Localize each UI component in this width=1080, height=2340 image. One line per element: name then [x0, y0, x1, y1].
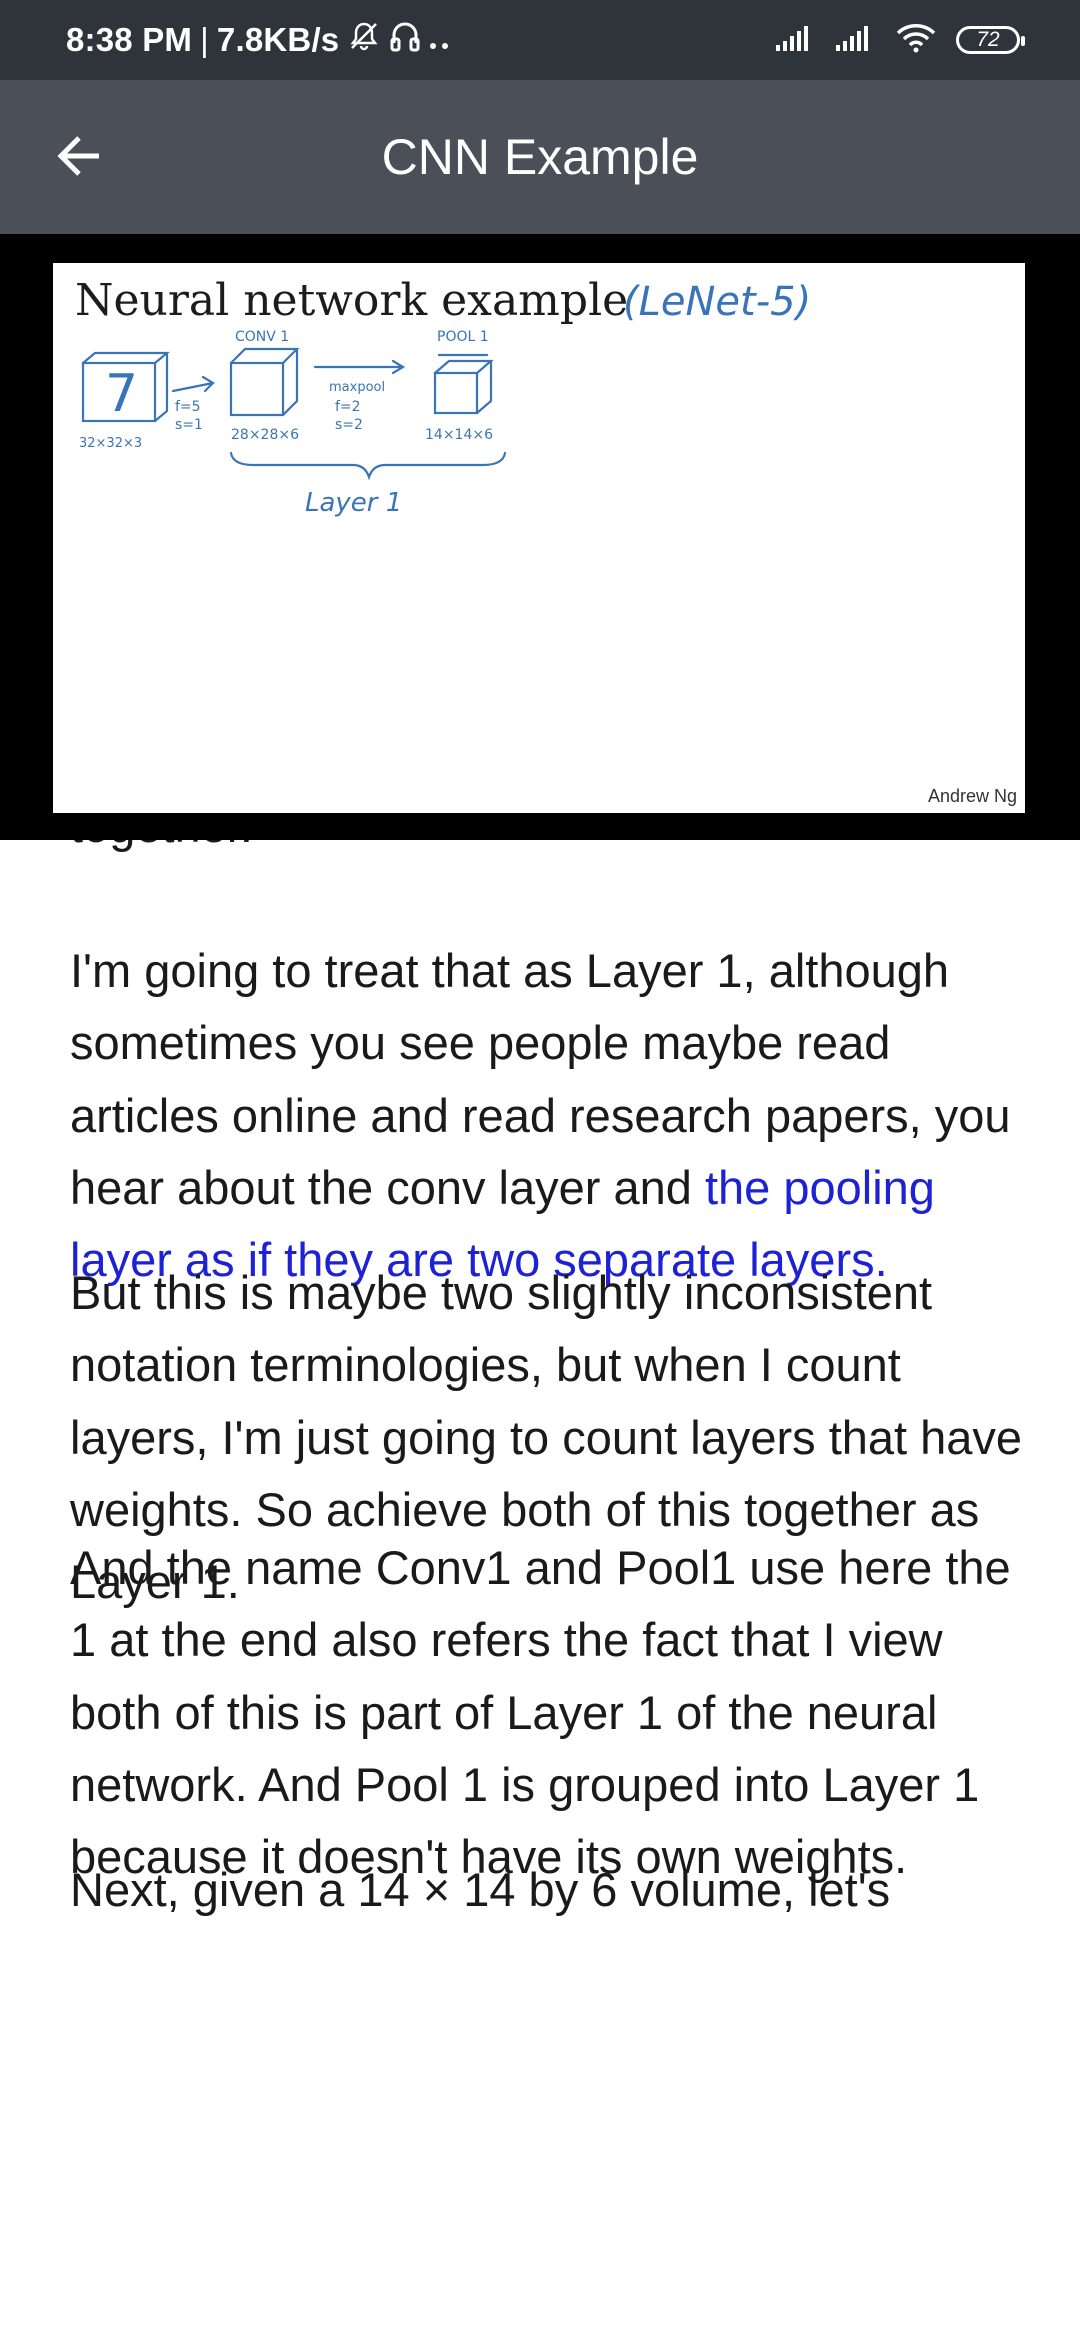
status-separator: | [200, 21, 209, 58]
conv-dims-label: 28×28×6 [231, 427, 299, 443]
status-time: 8:38 PM [66, 21, 193, 58]
more-dots-icon [429, 21, 451, 59]
signal-icon [836, 25, 876, 56]
pool-s-label: s=2 [335, 417, 363, 433]
battery-icon: 72 [956, 26, 1025, 54]
mute-icon [347, 19, 381, 61]
status-left: 8:38 PM | 7.8KB/s [66, 0, 451, 80]
status-bar: 8:38 PM | 7.8KB/s 72 [0, 0, 1080, 80]
page-title: CNN Example [381, 129, 699, 185]
transcript-partial-bottom: Next, given a 14 × 14 by 6 volume, let's [70, 1863, 891, 1916]
conv1-label: CONV 1 [235, 329, 289, 345]
headphones-icon [389, 19, 421, 61]
slide-credit: Andrew Ng [927, 786, 1017, 806]
filter-label: f=5 [175, 399, 201, 415]
status-right: 72 [776, 0, 1025, 80]
transcript: together. I'm going to treat that as Lay… [70, 840, 1030, 2340]
status-net-speed: 7.8KB/s [216, 21, 340, 58]
layer-label: Layer 1 [305, 488, 402, 518]
video-slide: Neural network example (LeNet-5) 7 32×32… [53, 263, 1025, 813]
transcript-paragraph: And the name Conv1 and Pool1 use here th… [70, 1541, 1011, 1884]
app-bar: CNN Example [0, 80, 1080, 234]
battery-level: 72 [976, 28, 1000, 51]
stride-label: s=1 [175, 417, 203, 433]
pool-f-label: f=2 [335, 399, 361, 415]
transcript-paragraph: I'm going to treat that as Layer 1, alth… [70, 935, 1030, 1296]
input-dims-label: 32×32×3 [79, 436, 142, 451]
handwritten-note: (LeNet-5) [623, 279, 811, 325]
pool-dims-label: 14×14×6 [425, 427, 493, 443]
transcript-partial-top: together. [70, 840, 253, 862]
maxpool-label: maxpool [329, 380, 385, 395]
handwritten-sketch: (LeNet-5) 7 32×32×3 f=5 s=1 CONV 1 28×28… [79, 279, 811, 518]
input-digit: 7 [105, 364, 138, 424]
video-player[interactable]: Neural network example (LeNet-5) 7 32×32… [0, 234, 1080, 840]
pool1-label: POOL 1 [437, 329, 489, 345]
wifi-icon [896, 23, 936, 58]
signal-icon [776, 25, 816, 56]
